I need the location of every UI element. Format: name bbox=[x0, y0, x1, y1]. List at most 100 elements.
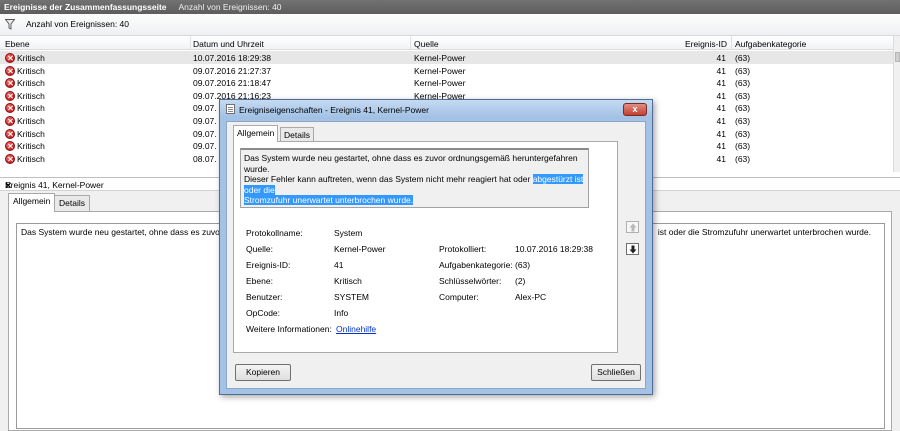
logged-value: 10.07.2016 18:29:38 bbox=[515, 244, 593, 254]
dialog-titlebar[interactable]: Ereigniseigenschaften - Ereignis 41, Ker… bbox=[220, 100, 652, 119]
column-header-level[interactable]: Ebene bbox=[5, 39, 30, 49]
table-row[interactable]: Kritisch 09.07.2016 21:27:37 Kernel-Powe… bbox=[0, 64, 893, 77]
keywords-label: Schlüsselwörter: bbox=[439, 276, 502, 286]
log-name-value: System bbox=[334, 228, 363, 238]
level-value: Kritisch bbox=[334, 276, 362, 286]
arrow-down-icon bbox=[629, 245, 637, 254]
cell-date: 09.07.2016 21:27:37 bbox=[193, 65, 271, 76]
cell-event-id: 41 bbox=[716, 90, 726, 101]
scrollbar-thumb[interactable] bbox=[895, 52, 900, 62]
cell-event-id: 41 bbox=[716, 153, 726, 164]
cell-level: Kritisch bbox=[17, 116, 45, 126]
cell-category: (63) bbox=[735, 116, 751, 126]
copy-button[interactable]: Kopieren bbox=[235, 364, 291, 381]
error-icon bbox=[5, 78, 15, 89]
filter-bar: Anzahl von Ereignissen: 40 bbox=[0, 14, 900, 36]
more-info-label: Weitere Informationen: bbox=[246, 324, 332, 334]
user-label: Benutzer: bbox=[246, 292, 283, 302]
cell-event-id: 41 bbox=[716, 53, 726, 63]
cell-category: (63) bbox=[735, 141, 751, 152]
dialog-general-panel: Das System wurde neu gestartet, ohne das… bbox=[233, 141, 618, 353]
cell-date: 09.07.2016 21:18:47 bbox=[193, 78, 271, 89]
event-viewer-icon bbox=[226, 104, 235, 114]
description-text-left: Das System wurde neu gestartet, ohne das… bbox=[21, 227, 243, 237]
cell-event-id: 41 bbox=[716, 65, 726, 76]
opcode-value: Info bbox=[334, 308, 349, 318]
cell-date: 08.07. bbox=[193, 153, 217, 164]
cell-category: (63) bbox=[735, 103, 751, 114]
cell-level: Kritisch bbox=[17, 65, 45, 76]
cell-date: 09.07. bbox=[193, 141, 217, 152]
event-properties-dialog: Ereigniseigenschaften - Ereignis 41, Ker… bbox=[219, 99, 653, 395]
table-row[interactable]: Kritisch 09.07.2016 21:18:47 Kernel-Powe… bbox=[0, 76, 893, 89]
event-id-label: Ereignis-ID: bbox=[246, 260, 291, 270]
log-name-label: Protokollname: bbox=[246, 228, 303, 238]
source-label: Quelle: bbox=[246, 244, 273, 254]
cell-category: (63) bbox=[735, 90, 751, 101]
description-line-2: Dieser Fehler kann auftreten, wenn das S… bbox=[244, 174, 533, 185]
table-scrollbar[interactable] bbox=[893, 36, 900, 172]
user-value: SYSTEM bbox=[334, 292, 369, 302]
tab-allgemein[interactable]: Allgemein bbox=[8, 193, 56, 212]
description-line-1: Das System wurde neu gestartet, ohne das… bbox=[244, 153, 578, 174]
source-value: Kernel-Power bbox=[334, 244, 386, 254]
next-event-button[interactable] bbox=[626, 243, 639, 255]
arrow-up-icon bbox=[629, 223, 637, 232]
cell-level: Kritisch bbox=[17, 153, 45, 164]
dialog-close-button[interactable]: x bbox=[623, 103, 647, 116]
cell-source: Kernel-Power bbox=[414, 53, 466, 63]
task-category-value: (63) bbox=[515, 260, 531, 270]
column-header-source[interactable]: Quelle bbox=[414, 39, 439, 49]
cell-category: (63) bbox=[735, 65, 751, 76]
cell-category: (63) bbox=[735, 53, 751, 63]
cell-level: Kritisch bbox=[17, 78, 45, 89]
event-count-label: Anzahl von Ereignissen: 40 bbox=[26, 19, 130, 29]
cell-date: 09.07. bbox=[193, 103, 217, 114]
column-header-event-id[interactable]: Ereignis-ID bbox=[685, 39, 727, 49]
error-icon bbox=[5, 153, 15, 164]
cell-category: (63) bbox=[735, 78, 751, 89]
column-header-task-category[interactable]: Aufgabenkategorie bbox=[735, 39, 806, 49]
cell-event-id: 41 bbox=[716, 141, 726, 152]
header-title: Ereignisse der Zusammenfassungsseite bbox=[4, 2, 167, 12]
table-header: Ebene Datum und Uhrzeit Quelle Ereignis-… bbox=[0, 36, 893, 50]
cell-event-id: 41 bbox=[716, 128, 726, 139]
table-row[interactable]: Kritisch 10.07.2016 18:29:38 Kernel-Powe… bbox=[0, 51, 893, 64]
error-icon bbox=[5, 65, 15, 76]
filter-icon[interactable] bbox=[5, 19, 15, 30]
dialog-tab-allgemein[interactable]: Allgemein bbox=[233, 125, 279, 142]
cell-category: (63) bbox=[735, 128, 751, 139]
description-selection-2: Stromzufuhr unerwartet unterbrochen wurd… bbox=[244, 195, 414, 206]
cell-category: (63) bbox=[735, 153, 751, 164]
error-icon bbox=[5, 90, 15, 101]
description-text: Das System wurde neu gestartet, ohne das… bbox=[244, 153, 588, 206]
error-icon bbox=[5, 103, 15, 114]
cell-event-id: 41 bbox=[716, 116, 726, 126]
summary-header: Ereignisse der Zusammenfassungsseite Anz… bbox=[0, 0, 900, 14]
cell-level: Kritisch bbox=[17, 103, 45, 114]
column-header-date[interactable]: Datum und Uhrzeit bbox=[193, 39, 264, 49]
error-icon bbox=[5, 141, 15, 152]
description-text-right: ist oder die Stromzufuhr unerwartet unte… bbox=[657, 227, 871, 237]
opcode-label: OpCode: bbox=[246, 308, 281, 318]
description-textbox[interactable]: Das System wurde neu gestartet, ohne das… bbox=[240, 148, 589, 208]
tab-details[interactable]: Details bbox=[54, 195, 90, 211]
dialog-client: Allgemein Details Das System wurde neu g… bbox=[226, 121, 646, 389]
dialog-title: Ereigniseigenschaften - Ereignis 41, Ker… bbox=[239, 105, 429, 115]
close-button[interactable]: Schließen bbox=[591, 364, 641, 381]
cell-source: Kernel-Power bbox=[414, 65, 466, 76]
error-icon bbox=[5, 128, 15, 139]
online-help-link[interactable]: Onlinehilfe bbox=[336, 324, 376, 334]
cell-level: Kritisch bbox=[17, 128, 45, 139]
dialog-tab-details[interactable]: Details bbox=[280, 127, 314, 141]
cell-date: 09.07. bbox=[193, 128, 217, 139]
header-event-count: Anzahl von Ereignissen: 40 bbox=[178, 2, 282, 12]
cell-event-id: 41 bbox=[716, 78, 726, 89]
cell-source: Kernel-Power bbox=[414, 78, 466, 89]
previous-event-button[interactable] bbox=[626, 221, 639, 233]
keywords-value: (2) bbox=[515, 276, 526, 286]
level-label: Ebene: bbox=[246, 276, 273, 286]
error-icon bbox=[5, 53, 15, 63]
cell-event-id: 41 bbox=[716, 103, 726, 114]
error-icon bbox=[5, 116, 15, 126]
